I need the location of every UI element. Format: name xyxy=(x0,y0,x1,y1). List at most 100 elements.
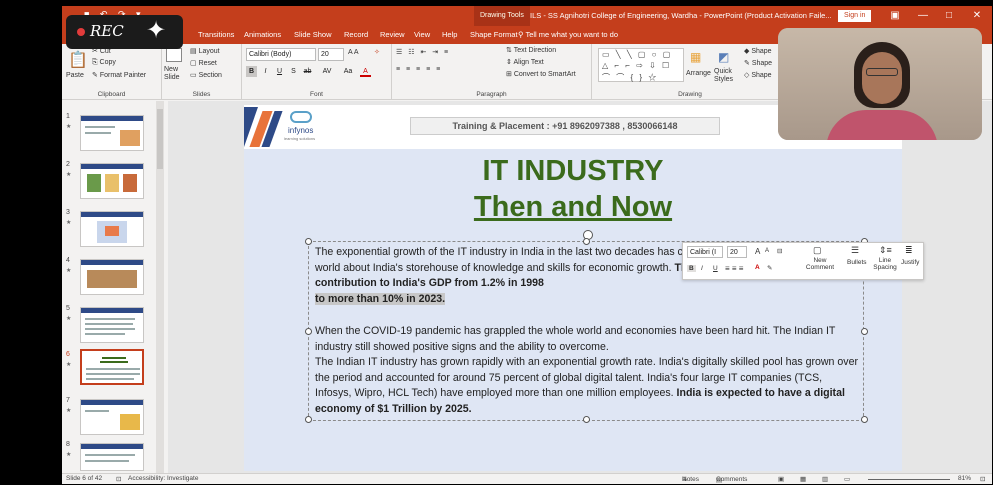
line-spacing-icon[interactable]: ⇕≡ xyxy=(879,245,892,256)
shape-fill-button[interactable]: ◆ Shape xyxy=(744,47,772,55)
normal-view-icon[interactable]: ▣ xyxy=(778,475,784,483)
clear-formatting-icon[interactable]: ✧ xyxy=(374,48,380,56)
mini-font-size-field[interactable]: 20 xyxy=(727,246,747,258)
mini-format-painter-icon[interactable]: ⊟ xyxy=(777,247,782,255)
paste-icon[interactable]: 📋 xyxy=(68,50,88,70)
fit-to-window-icon[interactable]: ⊡ xyxy=(980,475,985,483)
mini-underline-button[interactable]: U xyxy=(713,265,718,272)
thumb-line xyxy=(100,361,128,363)
resize-handle[interactable] xyxy=(305,238,312,245)
mini-italic-button[interactable]: I xyxy=(701,265,703,272)
thumbnail-slide-2[interactable] xyxy=(80,163,144,199)
quick-styles-button[interactable]: Quick Styles xyxy=(714,68,742,84)
grow-font-icon[interactable]: A A xyxy=(348,49,359,56)
tab-review[interactable]: Review xyxy=(380,26,405,44)
alignment-buttons-icon[interactable]: ≡ ≡ ≡ ≡ ≡ xyxy=(396,66,442,73)
shape-effects-button[interactable]: ◇ Shape xyxy=(744,71,772,79)
justify-button[interactable]: Justify xyxy=(901,259,919,266)
sparkle-icon[interactable]: ✦ xyxy=(146,18,166,44)
resize-handle[interactable] xyxy=(861,416,868,423)
sorter-view-icon[interactable]: ▦ xyxy=(800,475,806,483)
mini-grow-font-button[interactable]: A xyxy=(755,247,760,256)
minimize-button[interactable]: — xyxy=(912,6,934,26)
font-size-field[interactable]: 20 xyxy=(318,48,344,61)
mini-bold-button[interactable]: B xyxy=(687,265,696,272)
resize-handle[interactable] xyxy=(305,328,312,335)
tab-record[interactable]: Record xyxy=(344,26,368,44)
thumbnail-slide-6[interactable] xyxy=(80,349,144,385)
thumbnail-scrollbar[interactable] xyxy=(156,101,164,473)
font-color-button[interactable]: A xyxy=(360,66,371,77)
strikethrough-icon[interactable]: ab xyxy=(302,66,313,77)
reset-button[interactable]: ▢ Reset xyxy=(190,59,217,67)
char-spacing-icon[interactable]: AV xyxy=(318,66,336,77)
scrollbar-thumb[interactable] xyxy=(157,109,163,169)
thumbnail-slide-1[interactable] xyxy=(80,115,144,151)
ribbon-display-icon[interactable]: ▣ xyxy=(884,6,906,26)
section-button[interactable]: ▭ Section xyxy=(190,71,222,79)
close-button[interactable]: ✕ xyxy=(966,6,988,26)
italic-button[interactable]: I xyxy=(260,66,271,77)
paste-button[interactable]: Paste xyxy=(66,72,84,79)
bold-button[interactable]: B xyxy=(246,66,257,77)
recording-indicator[interactable]: REC ✦ xyxy=(66,15,183,49)
font-name-field[interactable]: Calibri (Body) xyxy=(246,48,316,61)
mini-brush-icon[interactable]: ✎ xyxy=(767,264,772,272)
new-slide-button[interactable]: New Slide xyxy=(164,66,190,82)
sign-in-button[interactable]: Sign in xyxy=(838,10,872,22)
underline-button[interactable]: U xyxy=(274,66,285,77)
thumbnail-slide-3[interactable] xyxy=(80,211,144,247)
thumbnail-slide-8[interactable] xyxy=(80,443,144,471)
tab-animations[interactable]: Animations xyxy=(244,26,281,44)
tab-shape-format[interactable]: Shape Format xyxy=(470,26,518,44)
new-comment-button[interactable]: New Comment xyxy=(805,257,835,271)
current-slide[interactable]: infynos learning solutions Training & Pl… xyxy=(244,105,902,471)
shadow-button[interactable]: S xyxy=(288,66,299,77)
resize-handle[interactable] xyxy=(583,416,590,423)
tell-me-search[interactable]: ⚲ Tell me what you want to do xyxy=(518,26,618,44)
bullets-button[interactable]: Bullets xyxy=(847,259,867,266)
mini-align-icons[interactable]: ≡ ≡ ≡ xyxy=(725,264,743,273)
new-comment-icon[interactable]: ▢ xyxy=(813,245,822,256)
arrange-button[interactable]: Arrange xyxy=(686,70,711,77)
bullets-icon[interactable]: ☰ xyxy=(851,245,859,256)
quick-styles-icon[interactable]: ◩ xyxy=(718,50,729,64)
mini-shrink-font-button[interactable]: A xyxy=(765,248,769,254)
resize-handle[interactable] xyxy=(861,328,868,335)
resize-handle[interactable] xyxy=(305,416,312,423)
spell-check-icon[interactable]: ⊡ xyxy=(116,475,121,483)
mini-font-color-icon[interactable]: A xyxy=(755,264,760,271)
tab-view[interactable]: View xyxy=(414,26,430,44)
slideshow-view-icon[interactable]: ▭ xyxy=(844,475,850,483)
new-slide-icon[interactable] xyxy=(166,48,182,62)
arrange-icon[interactable]: ▦ xyxy=(690,50,701,64)
text-direction-button[interactable]: ⇅ Text Direction xyxy=(506,46,556,54)
tab-slide-show[interactable]: Slide Show xyxy=(294,26,332,44)
shape-outline-button[interactable]: ✎ Shape xyxy=(744,59,772,67)
align-text-button[interactable]: ⇕ Align Text xyxy=(506,58,544,66)
format-painter-button[interactable]: ✎ Format Painter xyxy=(92,71,146,79)
mini-font-name-field[interactable]: Calibri (I xyxy=(687,246,723,258)
layout-button[interactable]: ▤ Layout xyxy=(190,47,220,55)
tab-help[interactable]: Help xyxy=(442,26,457,44)
slide-subtitle[interactable]: Then and Now xyxy=(244,191,902,224)
zoom-level[interactable]: 81% xyxy=(958,475,971,482)
accessibility-status[interactable]: Accessibility: Investigate xyxy=(128,475,198,482)
smartart-button[interactable]: ⊞ Convert to SmartArt xyxy=(506,70,576,78)
zoom-slider[interactable] xyxy=(868,479,950,480)
reading-view-icon[interactable]: ▥ xyxy=(822,475,828,483)
change-case-button[interactable]: Aa xyxy=(340,66,356,77)
resize-handle[interactable] xyxy=(583,238,590,245)
thumbnail-slide-4[interactable] xyxy=(80,259,144,295)
tab-transitions[interactable]: Transitions xyxy=(198,26,234,44)
thumbnail-slide-5[interactable] xyxy=(80,307,144,343)
thumb-line xyxy=(85,460,129,462)
copy-button[interactable]: ⎘ Copy xyxy=(92,59,116,67)
title-bar: ■ ↶ ↷ ▾ Drawing Tools ILS - SS Agnihotri… xyxy=(62,6,992,26)
thumbnail-slide-7[interactable] xyxy=(80,399,144,435)
maximize-button[interactable]: □ xyxy=(938,6,960,26)
slide-title[interactable]: IT INDUSTRY xyxy=(244,155,902,188)
list-buttons-icon[interactable]: ☰ ☷ ⇤ ⇥ ≡ xyxy=(396,48,450,56)
line-spacing-button[interactable]: Line Spacing xyxy=(873,257,897,271)
justify-icon[interactable]: ≣ xyxy=(905,245,913,256)
